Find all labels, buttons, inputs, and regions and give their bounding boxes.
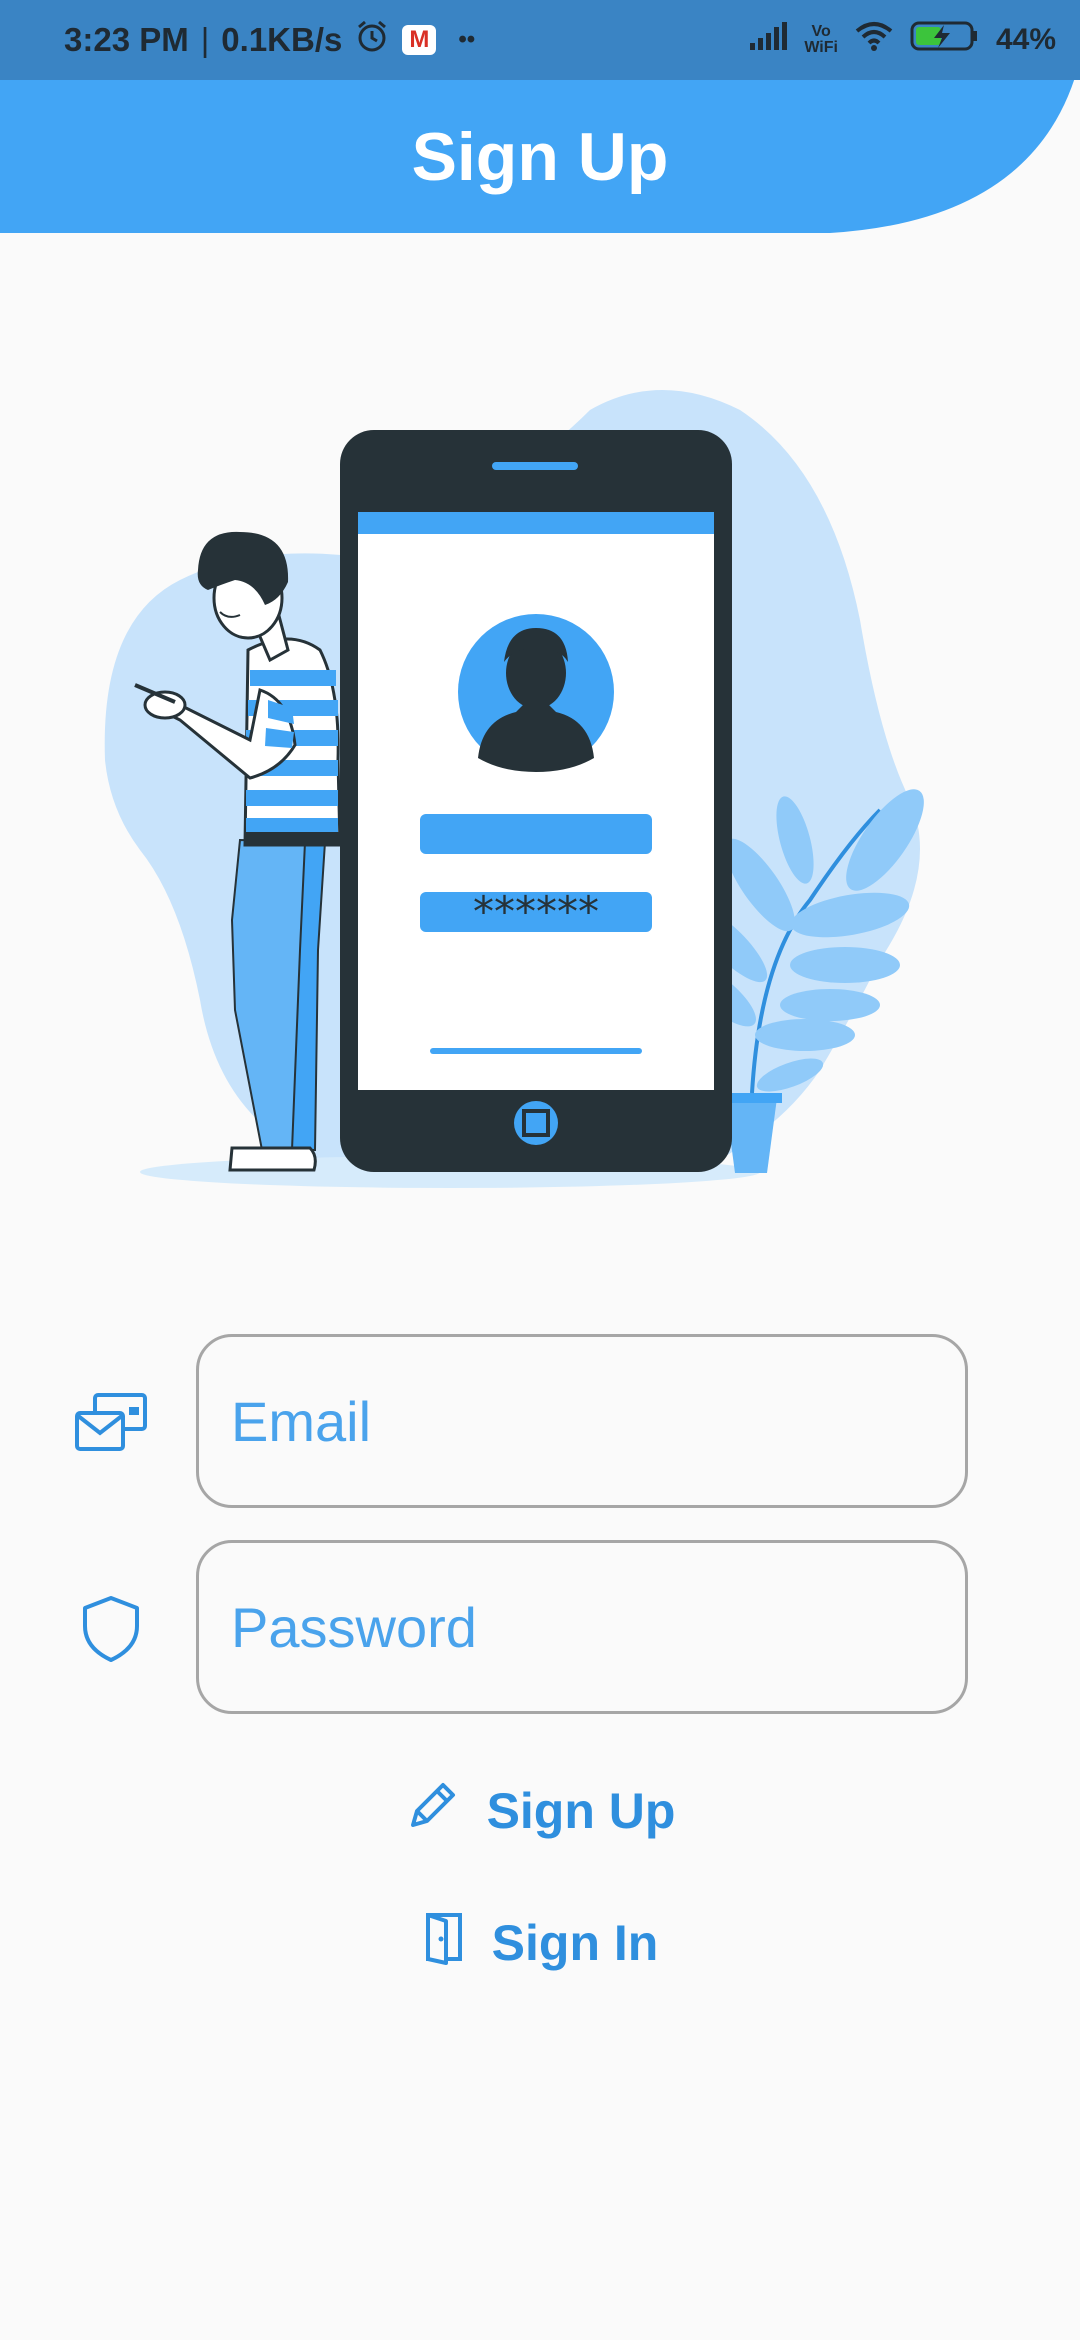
status-time: 3:23 PM xyxy=(64,21,189,58)
volte-label: Vo xyxy=(811,23,831,40)
signal-icon xyxy=(748,21,788,59)
email-icon xyxy=(66,1378,156,1468)
password-row xyxy=(0,1540,1080,1718)
wifi-icon xyxy=(854,20,894,60)
email-input[interactable] xyxy=(199,1337,965,1505)
status-separator: | xyxy=(200,21,210,58)
signup-label: Sign Up xyxy=(486,1783,676,1839)
signup-illustration: ****** xyxy=(104,390,924,1188)
pencil-icon xyxy=(405,1777,461,1845)
signin-label: Sign In xyxy=(491,1915,659,1971)
gmail-icon: M xyxy=(402,25,437,55)
more-notifications-icon: •• xyxy=(458,26,476,53)
password-input[interactable] xyxy=(199,1543,965,1711)
password-field-box xyxy=(196,1540,968,1714)
email-field-box xyxy=(196,1334,968,1508)
wifi-calling-label: WiFi xyxy=(804,39,838,56)
battery-icon xyxy=(910,20,980,60)
status-speed: 0.1KB/s xyxy=(221,21,343,58)
page-title: Sign Up xyxy=(411,118,669,195)
battery-level: 44% xyxy=(995,23,1056,56)
status-right: Vo WiFi 44% xyxy=(748,0,1056,80)
password-mask-text: ****** xyxy=(473,887,599,936)
alarm-icon xyxy=(354,18,390,62)
door-icon xyxy=(422,1909,466,1977)
status-bar: 3:23 PM | 0.1KB/s M •• Vo WiFi 44% xyxy=(0,0,1080,80)
email-row xyxy=(0,1334,1080,1512)
phone-graphic: ****** xyxy=(340,430,732,1172)
status-left: 3:23 PM | 0.1KB/s M •• xyxy=(64,0,475,80)
shield-icon xyxy=(66,1584,156,1674)
signin-button[interactable]: Sign In xyxy=(0,1898,1080,1988)
signup-button[interactable]: Sign Up xyxy=(0,1766,1080,1856)
volte-wifi-icon: Vo WiFi xyxy=(804,24,838,56)
